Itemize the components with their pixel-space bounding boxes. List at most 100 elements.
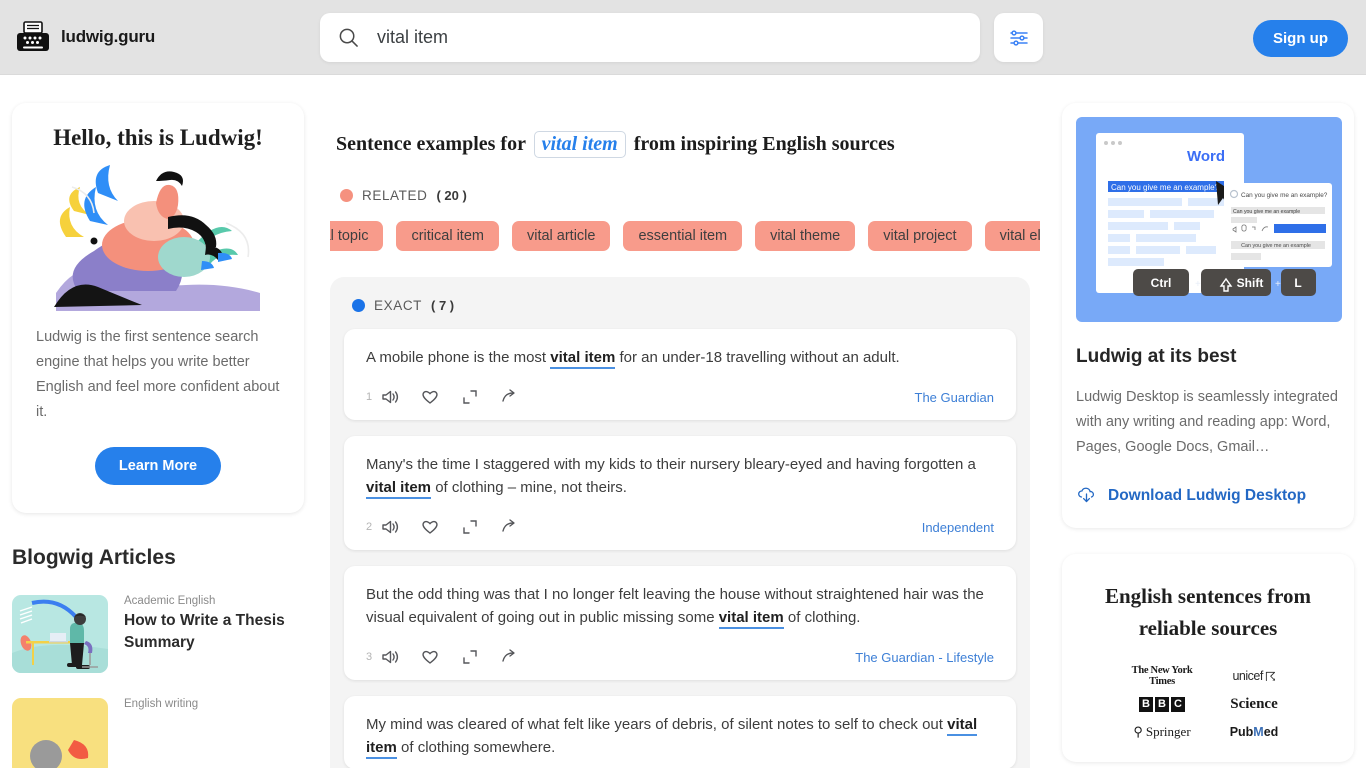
typewriter-icon xyxy=(17,21,49,51)
speaker-icon[interactable] xyxy=(380,387,400,407)
expand-icon[interactable] xyxy=(460,647,480,667)
search-input[interactable] xyxy=(377,27,937,48)
hello-card: Hello, this is Ludwig! Ludwig is the fir… xyxy=(12,103,304,513)
writing-illustration-icon xyxy=(12,698,108,768)
heart-icon[interactable] xyxy=(420,387,440,407)
table-row: A mobile phone is the most vital item fo… xyxy=(344,329,1016,420)
promo-description: Ludwig Desktop is seamlessly integrated … xyxy=(1076,389,1338,455)
svg-text:Ctrl: Ctrl xyxy=(1151,276,1172,290)
share-icon[interactable] xyxy=(500,517,520,537)
query-chip: vital item xyxy=(533,131,626,158)
expand-icon[interactable] xyxy=(460,387,480,407)
springer-wordmark: Springer xyxy=(1145,724,1191,739)
related-dot-icon xyxy=(340,189,353,202)
hello-description: Ludwig is the first sentence search engi… xyxy=(36,329,280,420)
related-tags-track: vital topic critical item vital article … xyxy=(330,221,1040,251)
download-desktop-link[interactable]: Download Ludwig Desktop xyxy=(1076,485,1340,506)
exact-section-label: EXACT ( 7 ) xyxy=(352,298,1016,313)
source-logo-nyt: The New York Times xyxy=(1131,665,1193,687)
heart-icon[interactable] xyxy=(420,647,440,667)
pubmed-m-glyph: M xyxy=(1253,725,1264,739)
unicef-wordmark: unicef xyxy=(1232,669,1263,683)
svg-text:L: L xyxy=(1294,276,1301,290)
list-item[interactable]: Academic English How to Write a Thesis S… xyxy=(12,595,304,673)
sentence-pre: A mobile phone is the most xyxy=(366,349,551,366)
svg-text:+: + xyxy=(1195,279,1201,290)
related-tag[interactable]: critical item xyxy=(396,221,499,251)
source-logo-bbc: BBC xyxy=(1125,694,1199,714)
sentence-pre: But the odd thing was that I no longer f… xyxy=(366,586,984,626)
sentence-pre: My mind was cleared of what felt like ye… xyxy=(366,716,948,733)
result-source[interactable]: The Guardian xyxy=(915,390,995,405)
search-bar[interactable] xyxy=(320,13,980,62)
article-category: English writing xyxy=(124,698,199,710)
related-tag[interactable]: vital article xyxy=(511,221,611,251)
sources-logo-grid: The New York Times unicef ☈ BBC Science … xyxy=(1082,665,1334,742)
result-actions: 3 The Guardian - Lifestyle xyxy=(366,644,994,670)
related-tag[interactable]: vital element xyxy=(984,221,1040,251)
share-icon[interactable] xyxy=(500,387,520,407)
download-label: Download Ludwig Desktop xyxy=(1108,486,1307,504)
list-item[interactable]: English writing xyxy=(12,698,304,768)
result-source[interactable]: Independent xyxy=(922,520,994,535)
brand-logo[interactable]: ludwig.guru xyxy=(16,20,306,54)
learn-more-button[interactable]: Learn More xyxy=(94,447,222,485)
svg-text:Can you give me an example: Can you give me an example xyxy=(1241,243,1311,249)
ludwig-desktop-promo-art: Word Can you give me an example? Can you… xyxy=(1076,117,1342,322)
result-number: 2 xyxy=(366,521,373,533)
share-icon[interactable] xyxy=(500,647,520,667)
result-actions: 1 The Guardian xyxy=(366,384,994,410)
sliders-filter-icon xyxy=(1009,29,1028,46)
hello-title: Hello, this is Ludwig! xyxy=(53,125,263,150)
sentence-post: of clothing. xyxy=(783,609,861,626)
left-sidebar: Hello, this is Ludwig! Ludwig is the fir… xyxy=(12,103,304,768)
app-header: ludwig.guru Sign up xyxy=(0,0,1366,75)
signup-button[interactable]: Sign up xyxy=(1253,20,1348,57)
sentence-match: vital item xyxy=(550,349,616,369)
speaker-icon[interactable] xyxy=(380,647,400,667)
article-title[interactable]: How to Write a Thesis Summary xyxy=(124,610,304,654)
heart-icon[interactable] xyxy=(420,517,440,537)
source-logo-science: Science xyxy=(1230,695,1278,712)
sentence-pre: Many's the time I staggered with my kids… xyxy=(366,456,976,473)
result-sentence: A mobile phone is the most vital item fo… xyxy=(366,346,994,369)
svg-text:Can you give me an example: Can you give me an example xyxy=(1233,209,1300,215)
exact-dot-icon xyxy=(352,299,365,312)
filter-button[interactable] xyxy=(994,13,1043,62)
related-tag[interactable]: essential item xyxy=(623,221,743,251)
related-tag[interactable]: vital theme xyxy=(755,221,856,251)
related-tag[interactable]: vital project xyxy=(868,221,972,251)
exact-results-panel: EXACT ( 7 ) A mobile phone is the most v… xyxy=(330,277,1030,768)
exact-count: ( 7 ) xyxy=(431,298,455,313)
svg-text:Shift: Shift xyxy=(1237,276,1264,290)
svg-text:+: + xyxy=(1275,279,1281,290)
main-content: Sentence examples for vital item from in… xyxy=(330,75,1040,768)
ludwig-illustration xyxy=(54,165,260,311)
source-logo-unicef: unicef ☈ xyxy=(1217,666,1291,686)
result-sentence: But the odd thing was that I no longer f… xyxy=(366,583,994,629)
title-prefix: Sentence examples for xyxy=(336,133,526,155)
expand-icon[interactable] xyxy=(460,517,480,537)
related-tag[interactable]: vital topic xyxy=(330,221,384,251)
sentence-match: vital item xyxy=(366,479,432,499)
result-source[interactable]: The Guardian - Lifestyle xyxy=(855,650,994,665)
result-actions: 2 Independent xyxy=(366,514,994,540)
search-icon xyxy=(339,28,358,47)
svg-text:Can you give me an example?: Can you give me an example? xyxy=(1111,183,1220,192)
globe-icon: ☈ xyxy=(1264,669,1276,684)
sentence-post: of clothing – mine, not theirs. xyxy=(431,479,627,496)
result-sentence: Many's the time I staggered with my kids… xyxy=(366,453,994,499)
source-logo-springer: ⚲ Springer xyxy=(1125,722,1199,742)
table-row: Many's the time I staggered with my kids… xyxy=(344,436,1016,550)
speaker-icon[interactable] xyxy=(380,517,400,537)
article-thumbnail xyxy=(12,595,108,673)
promo-title: Ludwig at its best xyxy=(1076,346,1237,367)
bbc-blocks-icon: BBC xyxy=(1139,696,1185,712)
sentence-post: for an under-18 travelling without an ad… xyxy=(615,349,900,366)
article-category: Academic English xyxy=(124,595,216,607)
related-count: ( 20 ) xyxy=(436,188,467,203)
table-row: My mind was cleared of what felt like ye… xyxy=(344,696,1016,768)
related-tags-strip[interactable]: vital topic critical item vital article … xyxy=(330,221,1040,255)
pubmed-wordmark: PubMed xyxy=(1229,725,1279,739)
sentence-post: of clothing somewhere. xyxy=(396,739,556,756)
